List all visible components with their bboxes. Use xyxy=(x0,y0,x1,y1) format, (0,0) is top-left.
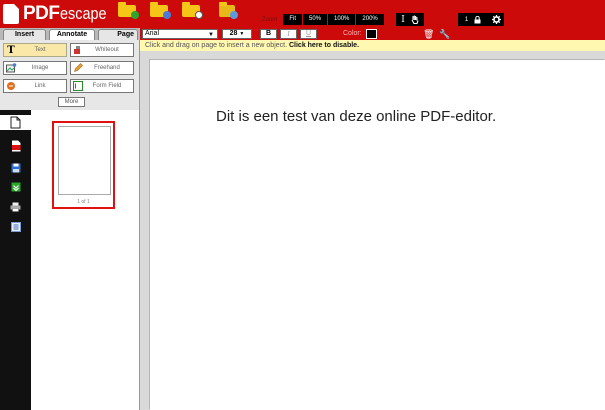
color-label: Color: xyxy=(343,30,362,37)
zoom-fit-button[interactable]: Fit xyxy=(283,14,303,25)
pages-view-button[interactable] xyxy=(0,115,31,130)
image-icon xyxy=(4,62,18,74)
tool-tabs: Insert Annotate Page xyxy=(0,28,140,40)
zoom-200-button[interactable]: 200% xyxy=(356,14,384,25)
zoom-50-button[interactable]: 50% xyxy=(303,14,328,25)
whiteout-tool-label: Whiteout xyxy=(95,47,119,53)
font-family-select[interactable]: Arial ▼ xyxy=(142,29,218,39)
logo: PDF escape xyxy=(3,2,114,26)
info-bar: Click and drag on page to insert a new o… xyxy=(140,40,605,51)
chevron-down-icon: ▼ xyxy=(239,31,245,37)
link-tool-button[interactable]: Link xyxy=(3,79,67,93)
format-toolbar: Arial ▼ 28 ▼ B I Color: 🗑 🔧 U xyxy=(140,28,605,40)
form-field-tool-label: Form Field xyxy=(92,83,122,89)
upload-folder-icon[interactable] xyxy=(148,2,171,19)
tool-panel: T Text Whiteout Image Freehand Link Form… xyxy=(0,40,140,110)
wrench-icon[interactable]: 🔧 xyxy=(439,29,450,39)
pdf-page[interactable]: Dit is een test van deze online PDF-edit… xyxy=(150,60,605,410)
open-folder-icon[interactable] xyxy=(116,2,139,19)
zoom-100-button[interactable]: 100% xyxy=(328,14,356,25)
freehand-tool-label: Freehand xyxy=(94,65,120,71)
pages-icon xyxy=(10,116,21,129)
more-tools-button[interactable]: More xyxy=(58,97,85,107)
freehand-tool-button[interactable]: Freehand xyxy=(70,61,134,75)
logo-escape-text: escape xyxy=(59,4,107,23)
recent-folder-icon[interactable] xyxy=(180,2,203,19)
tab-page-label: Page xyxy=(117,31,134,38)
text-tool-button[interactable]: T Text xyxy=(3,43,67,57)
page-thumbnail-selected[interactable]: 1 of 1 xyxy=(52,121,115,209)
font-size-value: 28 xyxy=(229,30,238,37)
color-swatch[interactable] xyxy=(366,29,377,39)
tab-annotate[interactable]: Annotate xyxy=(49,29,95,40)
text-tool-label: Text xyxy=(34,47,46,53)
zoom-controls: Zoom Fit 50% 100% 200% xyxy=(262,13,385,26)
disable-hint-link[interactable]: Click here to disable. xyxy=(289,42,359,49)
link-tool-label: Link xyxy=(34,83,46,89)
save-icon xyxy=(11,163,20,172)
tab-annotate-label: Annotate xyxy=(56,31,88,38)
save-button[interactable] xyxy=(6,160,25,175)
pdfescape-app: PDF escape Zoom Fit 50% 100% 200% I 1 In… xyxy=(0,0,605,410)
page-number: 1 xyxy=(464,16,469,23)
text-t-icon: T xyxy=(7,44,15,56)
left-sidebar xyxy=(0,110,31,410)
zoom-label: Zoom xyxy=(262,16,278,23)
share-folder-icon[interactable] xyxy=(216,2,238,19)
whiteout-tool-button[interactable]: Whiteout xyxy=(70,43,134,57)
thumbnail-page-label: 1 of 1 xyxy=(77,199,90,205)
print-button[interactable] xyxy=(6,199,25,214)
print-icon xyxy=(10,202,21,212)
page-lock-box: 1 xyxy=(458,13,488,26)
download-button[interactable] xyxy=(6,179,25,194)
bold-button[interactable]: B xyxy=(260,29,277,39)
page-thumbnail[interactable] xyxy=(58,126,111,195)
pdf-document-icon xyxy=(11,140,20,151)
font-size-select[interactable]: 28 ▼ xyxy=(222,29,252,39)
tab-page[interactable]: Page xyxy=(98,29,138,40)
page-text-object[interactable]: Dit is een test van deze online PDF-edit… xyxy=(216,108,496,125)
underline-button[interactable]: U xyxy=(300,29,317,39)
download-icon xyxy=(11,182,20,191)
italic-button[interactable]: I xyxy=(280,29,297,39)
logo-pdf-text: PDF xyxy=(23,3,60,24)
whiteout-icon xyxy=(71,44,85,56)
pencil-icon xyxy=(71,62,85,74)
gear-icon[interactable] xyxy=(491,15,501,24)
image-tool-button[interactable]: Image xyxy=(3,61,67,75)
document-viewport: Dit is een test van deze online PDF-edit… xyxy=(140,51,605,410)
form-field-tool-button[interactable]: Form Field xyxy=(70,79,134,93)
tab-insert[interactable]: Insert xyxy=(3,29,46,40)
thumbnail-panel: 1 of 1 xyxy=(31,110,140,410)
info-message: Click and drag on page to insert a new o… xyxy=(145,42,288,49)
tab-insert-label: Insert xyxy=(14,31,35,38)
lock-icon[interactable] xyxy=(474,15,481,24)
link-icon xyxy=(4,80,18,92)
text-cursor-icon[interactable]: I xyxy=(401,15,405,25)
cursor-tools: I xyxy=(396,13,424,26)
hand-cursor-icon[interactable] xyxy=(411,15,419,24)
top-bar: PDF escape Zoom Fit 50% 100% 200% I 1 xyxy=(0,0,605,28)
image-tool-label: Image xyxy=(31,65,49,71)
font-family-value: Arial xyxy=(145,30,160,37)
logo-document-icon xyxy=(3,4,19,24)
outline-icon xyxy=(10,221,21,232)
form-field-icon xyxy=(71,80,85,92)
trash-icon[interactable]: 🗑 xyxy=(423,29,434,39)
outline-button[interactable] xyxy=(6,219,25,234)
settings-box xyxy=(488,13,504,26)
pdf-document-button[interactable] xyxy=(6,138,25,153)
chevron-down-icon: ▼ xyxy=(208,32,214,38)
